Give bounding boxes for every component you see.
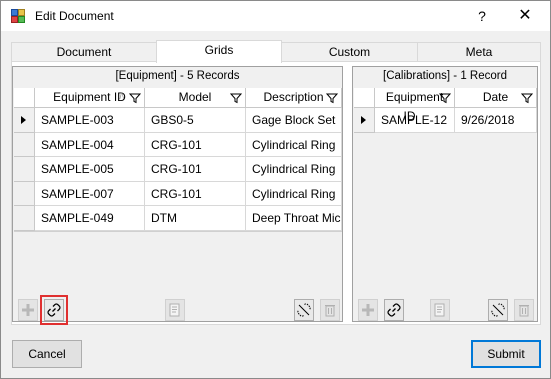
app-window-icon bbox=[11, 9, 25, 23]
calibrations-grid-title: [Calibrations] - 1 Record bbox=[383, 70, 507, 82]
add-record-button[interactable] bbox=[358, 299, 378, 321]
tab-document[interactable]: Document bbox=[11, 42, 157, 62]
calibrations-grid: Equipment ID Date SAMPLE-12 9/26/2018 bbox=[354, 88, 537, 133]
delete-record-button[interactable] bbox=[320, 299, 340, 321]
filter-icon[interactable] bbox=[326, 92, 338, 104]
row-selector[interactable] bbox=[14, 132, 35, 158]
link-icon bbox=[387, 303, 401, 317]
cell-model[interactable]: GBS0-5 bbox=[145, 108, 246, 133]
filter-icon[interactable] bbox=[230, 92, 242, 104]
edit-document-icon bbox=[434, 303, 445, 317]
cell-description[interactable]: Cylindrical Ring bbox=[246, 157, 342, 182]
table-row[interactable]: SAMPLE-005 CRG-101 Cylindrical Ring bbox=[14, 157, 342, 182]
equipment-grid-title: [Equipment] - 5 Records bbox=[115, 70, 240, 82]
row-selector[interactable] bbox=[14, 206, 35, 231]
table-row[interactable]: SAMPLE-004 CRG-101 Cylindrical Ring bbox=[14, 132, 342, 158]
cell-model[interactable]: CRG-101 bbox=[145, 132, 246, 158]
window-title: Edit Document bbox=[35, 9, 114, 23]
table-row[interactable]: SAMPLE-12 9/26/2018 bbox=[354, 108, 537, 133]
unlink-icon bbox=[297, 303, 311, 317]
equipment-grid-header: Equipment ID /\ Model Description bbox=[14, 88, 342, 108]
cell-equipment-id[interactable]: SAMPLE-12 bbox=[375, 108, 455, 133]
row-selector[interactable] bbox=[354, 108, 375, 133]
cell-equipment-id[interactable]: SAMPLE-004 bbox=[35, 132, 145, 158]
help-button[interactable]: ? bbox=[467, 6, 497, 26]
cell-equipment-id[interactable]: SAMPLE-003 bbox=[35, 108, 145, 133]
add-icon bbox=[362, 304, 374, 316]
unlink-record-button[interactable] bbox=[294, 299, 314, 321]
row-header-corner bbox=[14, 88, 35, 108]
column-header-equipment-id[interactable]: Equipment ID /\ bbox=[35, 88, 145, 108]
unlink-record-button[interactable] bbox=[488, 299, 508, 321]
current-row-icon bbox=[21, 116, 26, 124]
edit-document-icon bbox=[169, 303, 180, 317]
row-selector[interactable] bbox=[14, 181, 35, 207]
filter-icon[interactable] bbox=[521, 92, 533, 104]
title-bar: Edit Document ? ✕ bbox=[1, 1, 550, 31]
column-label: Description bbox=[263, 90, 324, 104]
submit-button[interactable]: Submit bbox=[471, 340, 541, 368]
cell-model[interactable]: CRG-101 bbox=[145, 157, 246, 182]
tab-custom[interactable]: Custom bbox=[281, 42, 418, 62]
calibrations-panel: [Calibrations] - 1 Record Equipment ID D… bbox=[352, 66, 538, 322]
column-label: Model bbox=[178, 90, 212, 104]
sort-ascending-icon: /\ bbox=[119, 92, 124, 101]
cell-model[interactable]: DTM bbox=[145, 206, 246, 231]
column-header-date[interactable]: Date bbox=[455, 88, 537, 108]
cell-date[interactable]: 9/26/2018 bbox=[455, 108, 537, 133]
edit-document-dialog: Edit Document ? ✕ Document Grids Custom … bbox=[0, 0, 551, 379]
cell-description[interactable]: Deep Throat Mic bbox=[246, 206, 342, 231]
column-header-description[interactable]: Description bbox=[246, 88, 342, 108]
table-row[interactable]: SAMPLE-003 GBS0-5 Gage Block Set bbox=[14, 108, 342, 133]
cell-equipment-id[interactable]: SAMPLE-049 bbox=[35, 206, 145, 231]
cell-description[interactable]: Cylindrical Ring bbox=[246, 132, 342, 158]
add-icon bbox=[22, 304, 34, 316]
close-button[interactable]: ✕ bbox=[507, 6, 543, 26]
add-record-button[interactable] bbox=[18, 299, 38, 321]
link-record-button[interactable] bbox=[40, 295, 68, 325]
table-row[interactable]: SAMPLE-007 CRG-101 Cylindrical Ring bbox=[14, 181, 342, 207]
tab-strip: Document Grids Custom Meta bbox=[11, 40, 541, 63]
table-row[interactable]: SAMPLE-049 DTM Deep Throat Mic bbox=[14, 206, 342, 231]
calibrations-grid-header: Equipment ID Date bbox=[354, 88, 537, 123]
cell-equipment-id[interactable]: SAMPLE-005 bbox=[35, 157, 145, 182]
filter-icon[interactable] bbox=[129, 92, 141, 104]
link-record-button[interactable] bbox=[384, 299, 404, 321]
equipment-panel: [Equipment] - 5 Records Equipment ID /\ … bbox=[12, 66, 343, 325]
grids-tab-page: [Equipment] - 5 Records Equipment ID /\ … bbox=[11, 61, 541, 325]
edit-record-button[interactable] bbox=[165, 299, 185, 321]
cell-description[interactable]: Gage Block Set bbox=[246, 108, 342, 133]
column-label: Date bbox=[482, 90, 509, 104]
row-selector[interactable] bbox=[14, 108, 35, 133]
trash-icon bbox=[325, 305, 335, 317]
cell-model[interactable]: CRG-101 bbox=[145, 181, 246, 207]
current-row-icon bbox=[361, 116, 366, 124]
column-label: Equipment ID bbox=[53, 90, 126, 104]
column-header-model[interactable]: Model bbox=[145, 88, 246, 108]
edit-record-button[interactable] bbox=[430, 299, 450, 321]
cell-description[interactable]: Cylindrical Ring bbox=[246, 181, 342, 207]
unlink-icon bbox=[491, 303, 505, 317]
tab-grids[interactable]: Grids bbox=[156, 40, 282, 63]
row-selector[interactable] bbox=[14, 157, 35, 182]
equipment-grid: Equipment ID /\ Model Description SAMPLE… bbox=[14, 88, 342, 232]
trash-icon bbox=[519, 305, 529, 317]
filter-icon[interactable] bbox=[439, 92, 451, 104]
link-icon bbox=[47, 303, 61, 317]
cell-equipment-id[interactable]: SAMPLE-007 bbox=[35, 181, 145, 207]
delete-record-button[interactable] bbox=[514, 299, 534, 321]
tab-meta[interactable]: Meta bbox=[417, 42, 541, 62]
row-header-corner bbox=[354, 88, 375, 108]
cancel-button[interactable]: Cancel bbox=[12, 340, 82, 368]
column-header-equipment-id[interactable]: Equipment ID bbox=[375, 88, 455, 123]
